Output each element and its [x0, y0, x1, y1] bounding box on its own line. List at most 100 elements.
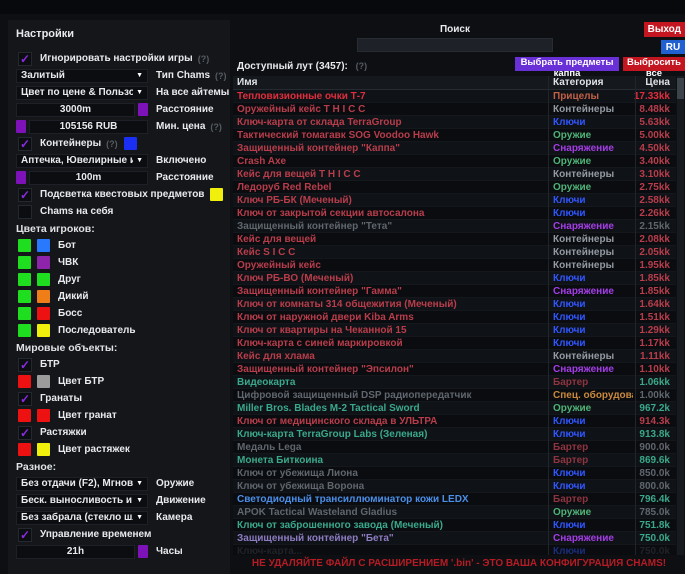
- value-input[interactable]: 100m: [29, 171, 148, 185]
- dropdown[interactable]: Без забрала (стекло шлема)▼: [16, 511, 148, 525]
- color-swatch[interactable]: [18, 256, 31, 269]
- color-swatch[interactable]: [37, 290, 50, 303]
- value-input[interactable]: 3000m: [16, 103, 135, 117]
- table-row[interactable]: Ключ от заброшенного завода (Меченый)Клю…: [233, 519, 676, 532]
- table-row[interactable]: Ключ-карта от склада TerraGroupКлючи5.63…: [233, 116, 676, 129]
- checkbox[interactable]: ✓: [18, 358, 32, 372]
- table-row[interactable]: Защищенный контейнер "Эпсилон"Снаряжение…: [233, 363, 676, 376]
- value-input[interactable]: 21h: [16, 545, 135, 559]
- table-row[interactable]: Ключ от комнаты 314 общежития (Меченый)К…: [233, 298, 676, 311]
- item-category: Бартер: [553, 454, 633, 467]
- color-swatch[interactable]: [37, 307, 50, 320]
- table-row[interactable]: Ключ от убежища ЛионаКлючи850.0k: [233, 467, 676, 480]
- table-row[interactable]: Ключ от квартиры на Чеканной 15Ключи1.29…: [233, 324, 676, 337]
- color-swatch[interactable]: [124, 137, 137, 150]
- dropdown[interactable]: Аптечка, Ювелирные и...▼: [16, 154, 148, 168]
- color-swatch[interactable]: [37, 409, 50, 422]
- color-swatch[interactable]: [18, 324, 31, 337]
- table-row[interactable]: Защищенный контейнер "Каппа"Снаряжение4.…: [233, 142, 676, 155]
- color-swatch[interactable]: [37, 256, 50, 269]
- drop-all-button[interactable]: Выбросить все: [623, 57, 685, 71]
- color-swatch[interactable]: [37, 273, 50, 286]
- search-input[interactable]: [357, 38, 553, 52]
- table-row[interactable]: Кейс для хламаКонтейнеры1.11kk: [233, 350, 676, 363]
- config-warning: НЕ УДАЛЯЙТЕ ФАЙЛ С РАСШИРЕНИЕМ '.bin' - …: [233, 558, 685, 569]
- table-row[interactable]: Кейс S I C CКонтейнеры2.05kk: [233, 246, 676, 259]
- table-row[interactable]: APOK Tactical Wasteland GladiusОружие785…: [233, 506, 676, 519]
- color-swatch[interactable]: [18, 290, 31, 303]
- color-swatch[interactable]: [37, 375, 50, 388]
- dropdown[interactable]: Цвет по цене & Пользователь▼: [16, 86, 148, 100]
- item-price: 967.2k: [639, 402, 670, 415]
- table-row[interactable]: Ключ от медицинского склада в УЛЬТРАКлюч…: [233, 415, 676, 428]
- table-row[interactable]: Медаль LegaБартер900.0k: [233, 441, 676, 454]
- table-row[interactable]: Защищенный контейнер "Гамма"Снаряжение1.…: [233, 285, 676, 298]
- table-row[interactable]: Светодиодный трансиллюминатор кожи LEDXБ…: [233, 493, 676, 506]
- color-swatch[interactable]: [37, 443, 50, 456]
- checkbox[interactable]: ✓: [18, 137, 32, 151]
- settings-row: ✓Подсветка квестовых предметов: [16, 186, 230, 203]
- color-swatch[interactable]: [18, 239, 31, 252]
- color-swatch[interactable]: [18, 409, 31, 422]
- table-row[interactable]: Монета БиткоинаБартер869.6k: [233, 454, 676, 467]
- setting-label: Движение: [156, 495, 206, 506]
- table-row[interactable]: Ключ от закрытой секции автосалонаКлючи2…: [233, 207, 676, 220]
- dropdown[interactable]: Беск. выносливость и нет уста▼: [16, 494, 148, 508]
- dropdown[interactable]: Залитый▼: [16, 69, 148, 83]
- color-swatch[interactable]: [138, 545, 148, 558]
- color-swatch[interactable]: [16, 120, 26, 133]
- settings-row: Бот: [16, 237, 230, 254]
- item-name: Медаль Lega: [237, 441, 545, 454]
- table-row[interactable]: Ключ от наружной двери Kiba ArmsКлючи1.5…: [233, 311, 676, 324]
- table-row[interactable]: Кейс для вещей T H I C CКонтейнеры3.10kk: [233, 168, 676, 181]
- settings-row: 3000mРасстояние: [16, 101, 230, 118]
- table-row[interactable]: Защищенный контейнер "Бета"Снаряжение750…: [233, 532, 676, 545]
- value-input[interactable]: 105156 RUB: [29, 120, 148, 134]
- dropdown[interactable]: Без отдачи (F2), Мгновенное п▼: [16, 477, 148, 491]
- checkbox[interactable]: ✓: [18, 52, 32, 66]
- table-row[interactable]: Кейс для вещейКонтейнеры2.08kk: [233, 233, 676, 246]
- table-row[interactable]: Ключ РБ-ВО (Меченый)Ключи1.85kk: [233, 272, 676, 285]
- color-swatch[interactable]: [18, 307, 31, 320]
- app-window: Настройки ✓Игнорировать настройки игры(?…: [0, 0, 685, 574]
- item-name: Монета Биткоина: [237, 454, 545, 467]
- color-swatch[interactable]: [37, 239, 50, 252]
- exit-button[interactable]: Выход: [644, 22, 685, 37]
- color-swatch[interactable]: [16, 171, 26, 184]
- item-category: Контейнеры: [553, 103, 633, 116]
- table-row[interactable]: Ключ РБ-БК (Меченый)Ключи2.58kk: [233, 194, 676, 207]
- item-price: 1.64kk: [639, 298, 670, 311]
- chevron-down-icon: ▼: [136, 70, 143, 82]
- table-row[interactable]: Защищенный контейнер "Тета"Снаряжение2.1…: [233, 220, 676, 233]
- color-swatch[interactable]: [18, 375, 31, 388]
- table-row[interactable]: Тактический томагавк SOG Voodoo HawkОруж…: [233, 129, 676, 142]
- color-swatch[interactable]: [138, 103, 148, 116]
- table-row[interactable]: Ключ-карта с синей маркировкойКлючи1.17k…: [233, 337, 676, 350]
- table-row[interactable]: Ключ от убежища ВоронаКлючи800.0k: [233, 480, 676, 493]
- checkbox[interactable]: ✓: [18, 426, 32, 440]
- table-row[interactable]: Miller Bros. Blades M-2 Tactical SwordОр…: [233, 402, 676, 415]
- color-swatch[interactable]: [18, 273, 31, 286]
- table-row[interactable]: Ледоруб Red RebelОружие2.75kk: [233, 181, 676, 194]
- scrollbar-thumb[interactable]: [677, 78, 684, 99]
- table-row[interactable]: Crash AxeОружие3.40kk: [233, 155, 676, 168]
- select-kappa-items-button[interactable]: Выбрать предметы каппа: [515, 57, 619, 71]
- item-name: Ключ-карта с синей маркировкой: [237, 337, 545, 350]
- checkbox[interactable]: ✓: [18, 188, 32, 202]
- color-swatch[interactable]: [18, 443, 31, 456]
- checkbox[interactable]: ✓: [18, 392, 32, 406]
- setting-label: Камера: [156, 512, 192, 523]
- table-row[interactable]: Тепловизионные очки Т-7Прицелы17.33kk: [233, 90, 676, 103]
- table-row[interactable]: Цифровой защищенный DSP радиопередатчикС…: [233, 389, 676, 402]
- table-row[interactable]: Оружейный кейсКонтейнеры1.95kk: [233, 259, 676, 272]
- color-swatch[interactable]: [37, 324, 50, 337]
- checkbox[interactable]: [18, 205, 32, 219]
- table-row[interactable]: Ключ-карта...Ключи750.0k: [233, 545, 676, 555]
- table-row[interactable]: Оружейный кейс T H I C CКонтейнеры8.48kk: [233, 103, 676, 116]
- table-row[interactable]: ВидеокартаБартер1.06kk: [233, 376, 676, 389]
- item-category: Снаряжение: [553, 285, 633, 298]
- checkbox[interactable]: ✓: [18, 528, 32, 542]
- color-swatch[interactable]: [210, 188, 223, 201]
- table-row[interactable]: Ключ-карта TerraGroup Labs (Зеленая)Ключ…: [233, 428, 676, 441]
- language-button[interactable]: RU: [661, 40, 685, 54]
